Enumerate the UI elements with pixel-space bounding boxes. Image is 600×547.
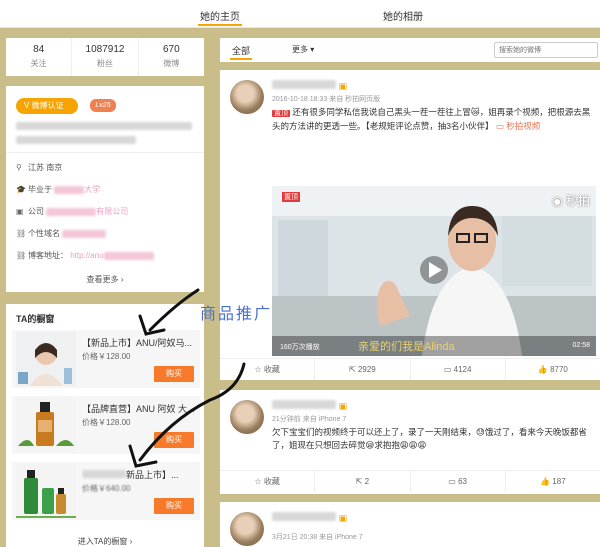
annotation-text: 商品推广 bbox=[200, 304, 273, 323]
annotation-arrows bbox=[128, 288, 246, 468]
